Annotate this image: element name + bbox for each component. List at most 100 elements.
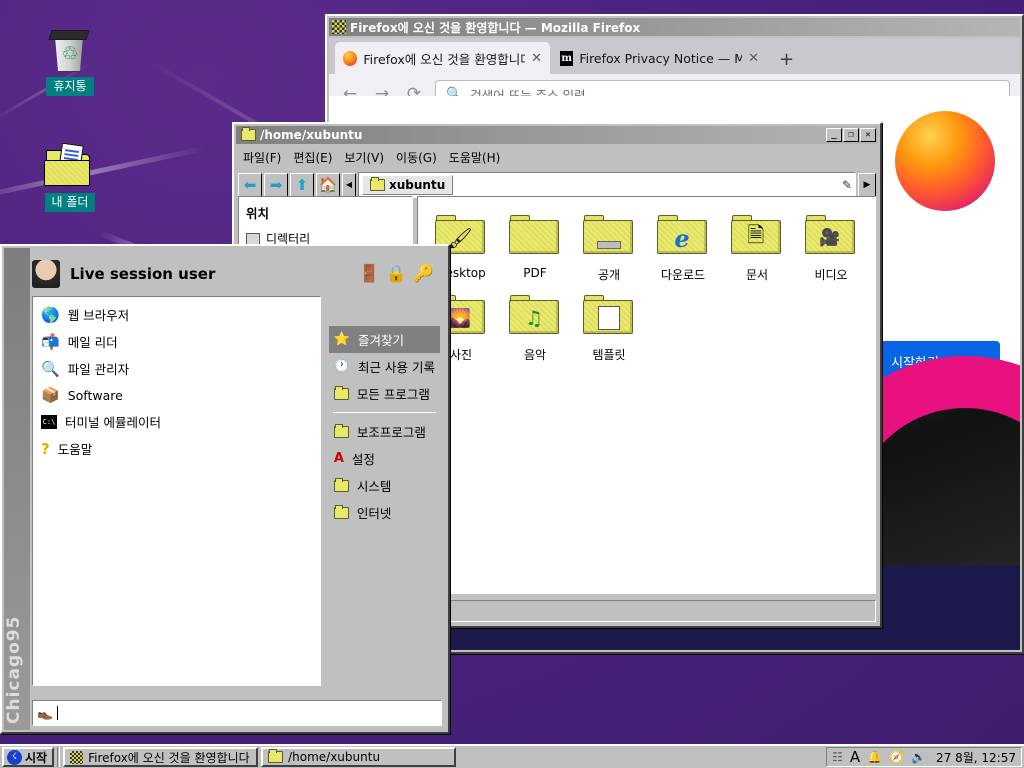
new-tab-button[interactable]: + — [769, 49, 804, 74]
file-item-music[interactable]: ♫ 음악 — [498, 285, 572, 363]
menu-go[interactable]: 이동(G) — [391, 148, 442, 167]
back-icon[interactable]: ⬅ — [238, 173, 262, 197]
help-icon: ? — [41, 439, 50, 458]
system-tray[interactable]: ☷ A 🔔 🧭 🔊 27 8월, 12:57 — [826, 747, 1022, 767]
desktop-icon-my-folder[interactable]: 내 폴더 — [27, 140, 113, 212]
start-item-mail-reader[interactable]: 📬 메일 리더 — [36, 328, 317, 355]
close-icon[interactable]: ✕ — [531, 51, 542, 66]
menu-help[interactable]: 도움말(H) — [444, 148, 506, 167]
file-item-label: 음악 — [523, 348, 547, 362]
firefox-tabstrip[interactable]: Firefox에 오신 것을 환영합니다 ✕ m Firefox Privacy… — [329, 38, 1020, 74]
file-item-pdf[interactable]: PDF — [498, 205, 572, 283]
taskbar-clock[interactable]: 27 8월, 12:57 — [933, 749, 1016, 766]
session-buttons[interactable]: 🚪 🔒 🔑 — [358, 264, 434, 284]
menu-edit[interactable]: 편집(E) — [288, 148, 337, 167]
mozilla-m-icon: m — [560, 50, 574, 66]
volume-icon[interactable]: 🔊 — [911, 750, 926, 764]
path-bar[interactable]: xubuntu ✎ — [358, 172, 856, 198]
edit-path-icon[interactable]: ✎ — [842, 178, 852, 192]
close-button[interactable]: ✕ — [860, 128, 876, 142]
path-next-icon[interactable]: ▶ — [858, 173, 876, 197]
firefox-icon — [343, 50, 358, 66]
templates-folder-icon — [572, 287, 646, 345]
notification-bell-icon[interactable]: 🔔 — [867, 750, 882, 764]
file-list[interactable]: 🖌 Desktop PDF 공개 e 다운로드 🗎 문서 🎥 비디오 🌄 사진 … — [417, 196, 876, 594]
start-category-all-programs[interactable]: 모든 프로그램 — [329, 380, 440, 407]
file-item-label: 공개 — [597, 268, 621, 282]
minimize-button[interactable]: _ — [826, 128, 842, 142]
menu-separator — [332, 412, 436, 413]
start-item-software[interactable]: 📦 Software — [36, 382, 317, 408]
firefox-logo-icon — [895, 111, 995, 211]
mail-reader-icon: 📬 — [41, 332, 60, 351]
firefox-tab-privacy-notice[interactable]: m Firefox Privacy Notice — Mozi ✕ — [552, 42, 767, 74]
desktop[interactable]: ♲ 휴지통 내 폴더 Firefox에 오신 것을 환영합니다 — Mozill… — [0, 0, 1024, 768]
file-item-templates[interactable]: 템플릿 — [572, 285, 646, 363]
logout-icon[interactable]: 🚪 — [358, 264, 379, 284]
start-item-terminal[interactable]: C:\ 터미널 에뮬레이터 — [36, 408, 317, 435]
taskbar-task-firefox[interactable]: Firefox에 오신 것을 환영합니다... — [63, 747, 259, 767]
home-icon[interactable]: 🏠 — [316, 173, 340, 197]
start-category-internet[interactable]: 인터넷 — [329, 499, 440, 526]
path-prev-icon[interactable]: ◀ — [342, 173, 356, 197]
file-item-downloads[interactable]: e 다운로드 — [646, 205, 720, 283]
taskbar-task-file-manager[interactable]: /home/xubuntu — [261, 747, 457, 767]
forward-icon[interactable]: ➡ — [264, 173, 288, 197]
file-item-public[interactable]: 공개 — [572, 205, 646, 283]
firefox-tab-welcome[interactable]: Firefox에 오신 것을 환영합니다 ✕ — [335, 42, 550, 74]
start-category-label: 설정 — [351, 452, 375, 467]
switch-user-icon[interactable]: 🔑 — [413, 264, 434, 284]
file-manager-titlebar[interactable]: /home/xubuntu _ ❐ ✕ — [236, 126, 878, 144]
all-programs-icon — [333, 385, 349, 400]
file-item-videos[interactable]: 🎥 비디오 — [794, 205, 868, 283]
start-category-system[interactable]: 시스템 — [329, 472, 440, 499]
keyboard-layout-icon[interactable]: A — [850, 748, 860, 766]
maximize-button[interactable]: ❐ — [843, 128, 859, 142]
places-title: 위치 — [246, 206, 270, 221]
network-icon[interactable]: ☷ — [832, 750, 843, 764]
start-category-settings[interactable]: A 설정 — [329, 445, 440, 472]
file-item-label: 다운로드 — [660, 268, 706, 282]
lock-screen-icon[interactable]: 🔒 — [386, 264, 407, 284]
start-windows-icon: ☇ — [7, 749, 22, 765]
file-item-label: 비디오 — [814, 268, 848, 282]
favorites-icon: ⭐ — [333, 332, 351, 347]
start-menu-banner: Chicago95 — [4, 248, 30, 730]
folder-icon — [268, 749, 284, 763]
updates-icon[interactable]: 🧭 — [889, 750, 904, 764]
start-menu-categories[interactable]: ⭐ 즐겨찾기 🕐 최근 사용 기록 모든 프로그램 보조프로그램 A 설정 시스… — [321, 296, 442, 686]
start-category-label: 즐겨찾기 — [358, 333, 405, 348]
documents-folder-icon: 🗎 — [720, 207, 794, 265]
up-icon[interactable]: ⬆ — [290, 173, 314, 197]
start-menu-favorites-list[interactable]: 🌎 웹 브라우저 📬 메일 리더 🔍 파일 관리자 📦 Software C:\ — [32, 296, 321, 686]
menu-view[interactable]: 보기(V) — [339, 148, 389, 167]
start-item-web-browser[interactable]: 🌎 웹 브라우저 — [36, 301, 317, 328]
web-browser-icon: 🌎 — [41, 305, 60, 324]
start-category-accessories[interactable]: 보조프로그램 — [329, 418, 440, 445]
file-manager-menubar[interactable]: 파일(F) 편집(E) 보기(V) 이동(G) 도움말(H) — [234, 146, 880, 169]
start-item-label: Software — [67, 387, 123, 403]
start-category-favorites[interactable]: ⭐ 즐겨찾기 — [328, 326, 440, 353]
taskbar-task-label: /home/xubuntu — [288, 750, 381, 764]
public-folder-icon — [572, 207, 646, 265]
start-menu[interactable]: Chicago95 Live session user 🚪 🔒 🔑 🌎 웹 브라… — [0, 244, 450, 734]
start-item-help[interactable]: ? 도움말 — [36, 435, 317, 462]
start-menu-search[interactable]: 👞 — [32, 700, 442, 726]
firefox-titlebar[interactable]: Firefox에 오신 것을 환영합니다 — Mozilla Firefox — [329, 18, 1020, 36]
settings-icon: A — [333, 451, 344, 466]
menu-file[interactable]: 파일(F) — [238, 148, 286, 167]
start-category-recent[interactable]: 🕐 최근 사용 기록 — [329, 353, 440, 380]
recycle-bin-icon: ♲ — [27, 24, 113, 74]
taskbar[interactable]: ☇ 시작 Firefox에 오신 것을 환영합니다... /home/xubun… — [0, 744, 1024, 768]
breadcrumb[interactable]: xubuntu — [362, 175, 454, 195]
close-icon[interactable]: ✕ — [748, 51, 759, 66]
firefox-window-icon — [332, 20, 346, 34]
start-item-file-manager[interactable]: 🔍 파일 관리자 — [36, 355, 317, 382]
file-item-documents[interactable]: 🗎 문서 — [720, 205, 794, 283]
file-manager-icon: 🔍 — [41, 359, 60, 378]
start-item-label: 터미널 에뮬레이터 — [65, 415, 161, 430]
folder-icon — [241, 127, 256, 141]
start-button[interactable]: ☇ 시작 — [2, 747, 55, 767]
start-item-label: 파일 관리자 — [67, 362, 130, 377]
desktop-icon-recycle-bin[interactable]: ♲ 휴지통 — [27, 24, 113, 96]
